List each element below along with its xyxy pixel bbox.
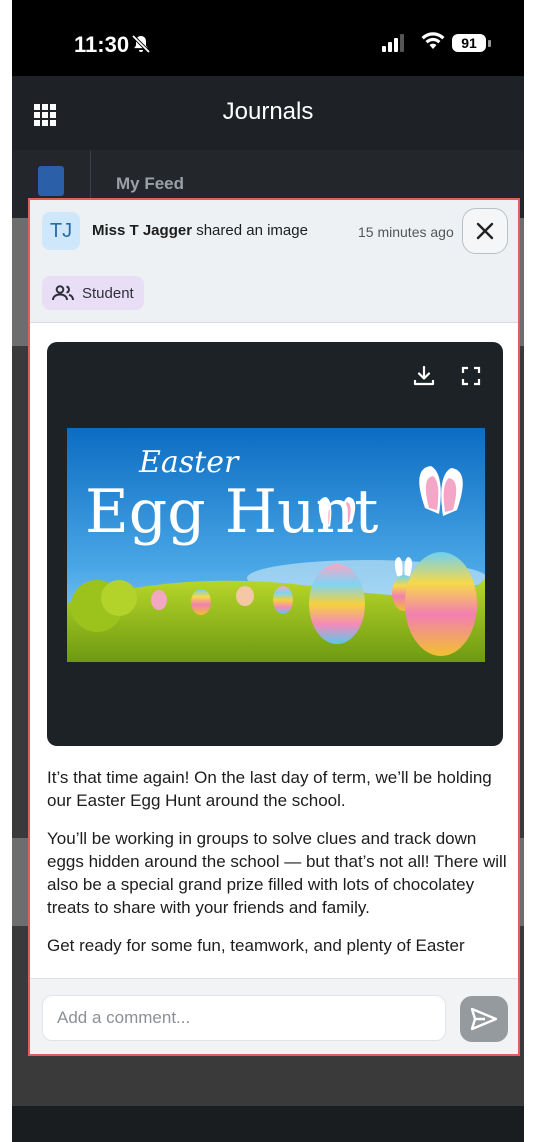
bottom-bar	[12, 1106, 524, 1142]
post-header: TJ Miss T Jagger shared an image 15 minu…	[30, 200, 518, 323]
battery-indicator: 91	[452, 34, 486, 52]
easter-egg-hunt-image[interactable]: Easter Egg Hunt	[67, 428, 485, 662]
poster-title-large: Egg Hunt	[85, 477, 378, 547]
status-bar: 11:30 91	[12, 0, 524, 76]
close-button[interactable]	[462, 208, 508, 254]
phone-screen: 11:30 91 Journals My Feed TJ Miss T Jagg…	[12, 0, 524, 1142]
page-title: Journals	[222, 98, 314, 125]
post-timestamp: 15 minutes ago	[358, 224, 454, 240]
post-paragraph: It’s that time again! On the last day of…	[47, 768, 492, 810]
people-icon	[52, 285, 74, 301]
audience-label: Student	[82, 284, 134, 302]
poster-title-small: Easter	[138, 445, 240, 480]
signal-icon	[382, 34, 404, 52]
feed-label[interactable]: My Feed	[116, 174, 184, 194]
send-icon	[471, 1007, 497, 1031]
bell-muted-icon	[131, 34, 151, 54]
post-paragraph: Get ready for some fun, teamwork, and pl…	[47, 936, 465, 955]
comment-bar	[30, 978, 518, 1054]
fullscreen-icon[interactable]	[461, 366, 481, 386]
post-meta: Miss T Jagger shared an image	[92, 222, 308, 239]
post-text: It’s that time again! On the last day of…	[47, 766, 509, 972]
image-viewer: Easter Egg Hunt	[47, 342, 503, 746]
download-icon[interactable]	[412, 364, 436, 388]
post-modal: TJ Miss T Jagger shared an image 15 minu…	[28, 198, 520, 1056]
wifi-icon	[421, 32, 445, 49]
close-icon	[476, 222, 494, 240]
avatar: TJ	[42, 212, 80, 250]
battery-tip	[488, 40, 491, 47]
app-header: Journals	[12, 76, 524, 150]
audience-chip: Student	[42, 276, 144, 310]
comment-input[interactable]	[42, 995, 446, 1041]
post-action: shared an image	[192, 222, 308, 239]
send-button[interactable]	[460, 996, 508, 1042]
feed-avatar[interactable]	[38, 166, 64, 196]
status-time: 11:30	[74, 32, 130, 57]
post-paragraph: You’ll be working in groups to solve clu…	[47, 829, 507, 917]
author-name: Miss T Jagger	[92, 222, 193, 239]
